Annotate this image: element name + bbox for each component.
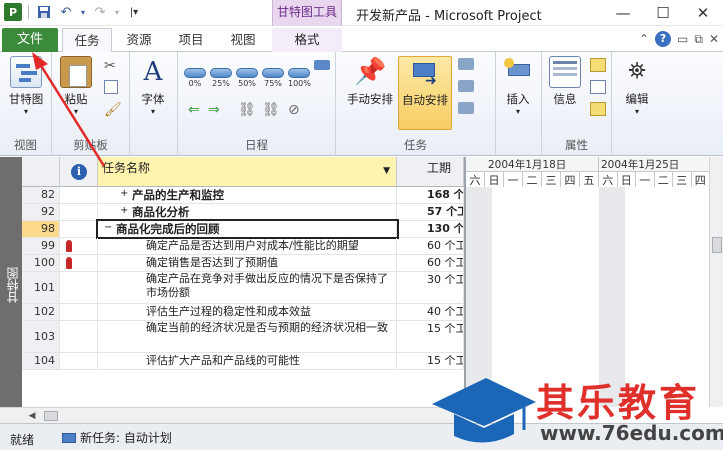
- annotation-arrow: [32, 52, 106, 167]
